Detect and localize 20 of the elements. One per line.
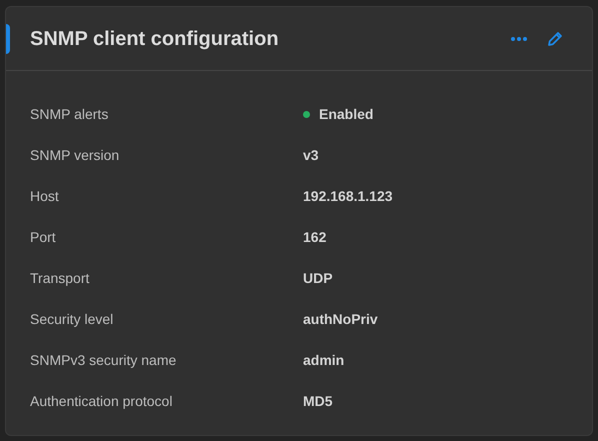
field-value: Enabled	[319, 105, 374, 124]
field-label: Port	[30, 228, 57, 247]
field-value: 162	[303, 228, 326, 247]
accent-bar	[6, 24, 10, 54]
pencil-icon	[546, 30, 564, 48]
more-icon	[511, 36, 527, 40]
card-title: SNMP client configuration	[30, 26, 280, 52]
field-label: Transport	[30, 269, 90, 288]
field-value: MD5	[303, 392, 333, 411]
field-value: UDP	[303, 269, 333, 288]
field-label: Authentication protocol	[30, 392, 174, 411]
field-value: authNoPriv	[303, 310, 378, 329]
field-label: SNMP version	[30, 146, 120, 165]
field-value: admin	[303, 351, 344, 370]
field-value: v3	[303, 146, 319, 165]
field-value: 192.168.1.123	[303, 187, 393, 206]
field-label: SNMP alerts	[30, 105, 110, 124]
field-label: Host	[30, 187, 60, 206]
field-label: Security level	[30, 310, 114, 329]
field-label: SNMPv3 security name	[30, 351, 178, 370]
